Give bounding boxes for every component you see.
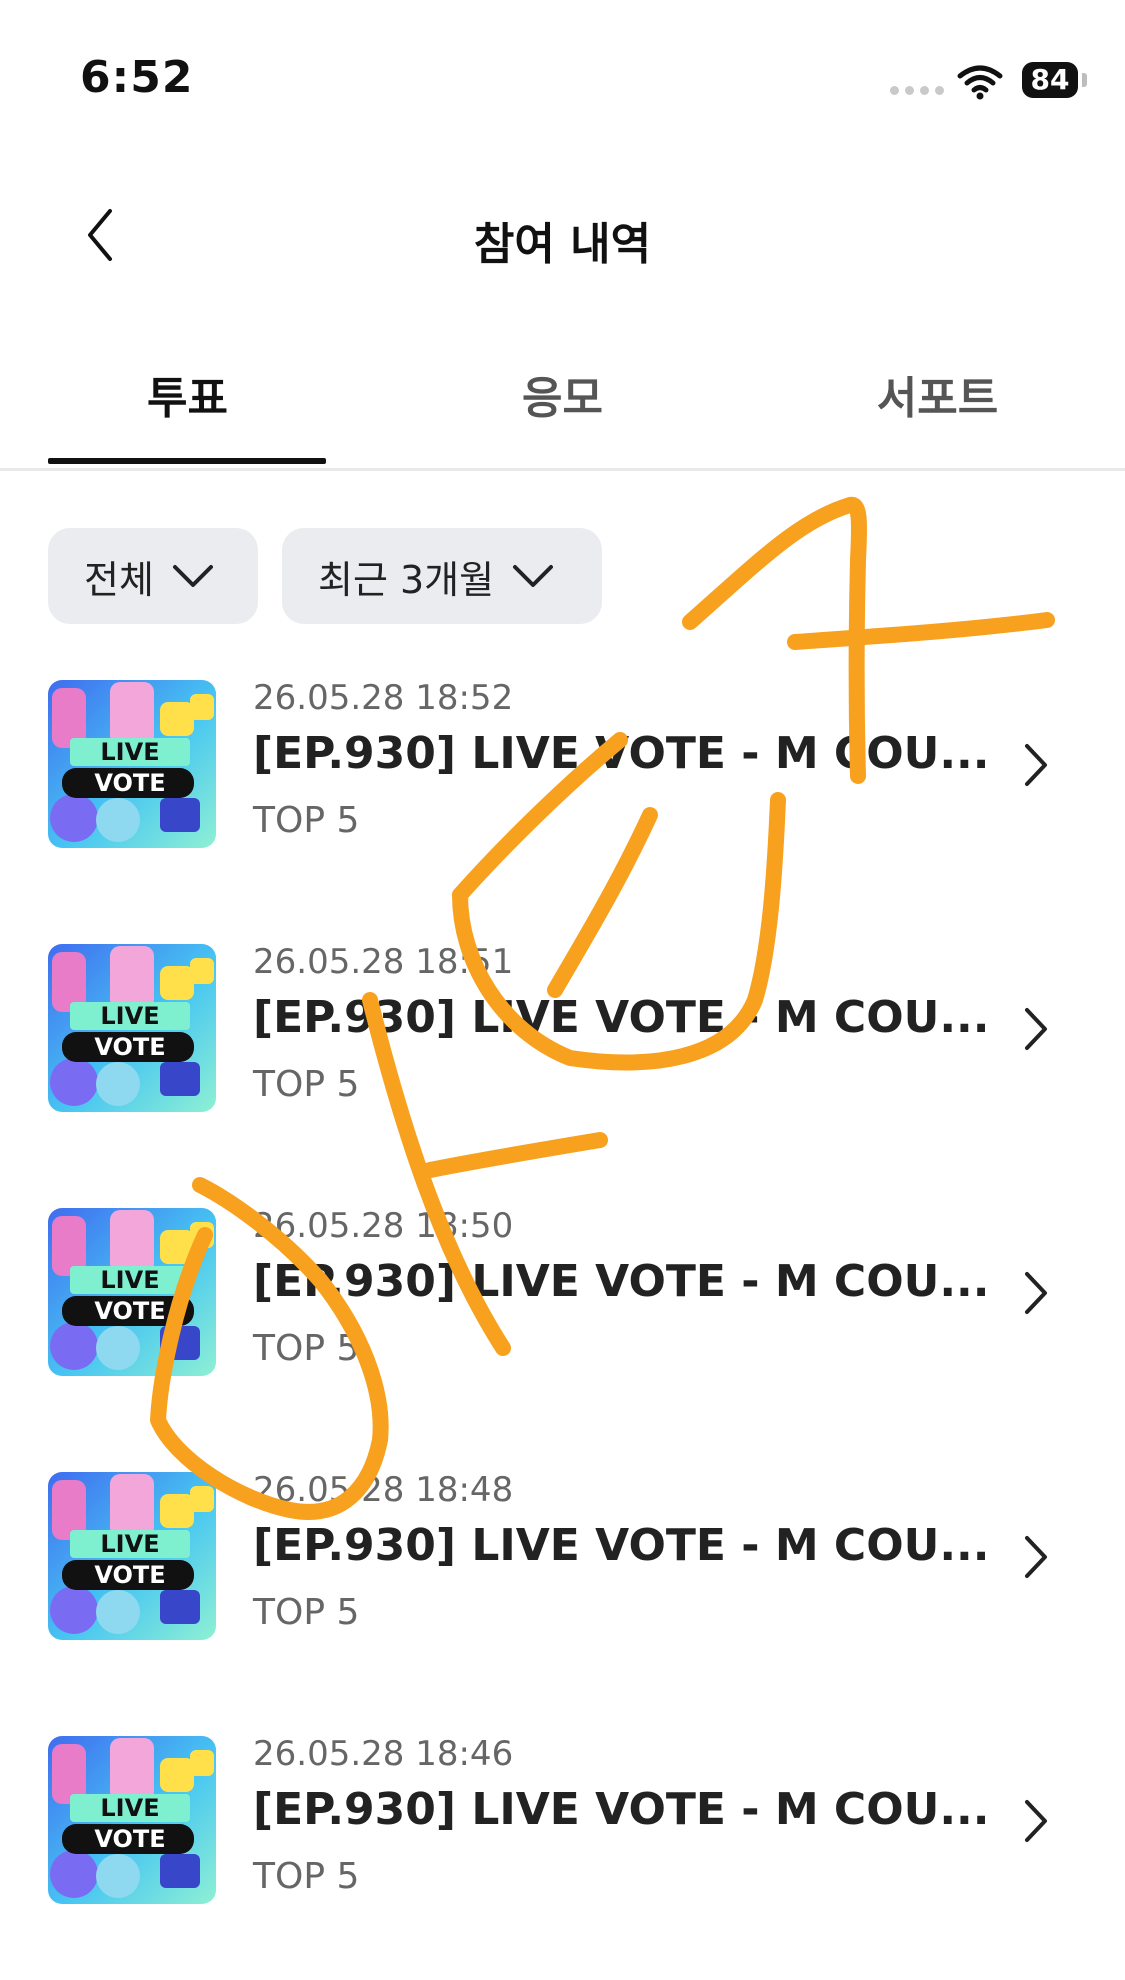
- item-title: [EP.930] LIVE VOTE - M COU...: [253, 1256, 990, 1307]
- item-title: [EP.930] LIVE VOTE - M COU...: [253, 992, 990, 1043]
- status-time: 6:52: [80, 52, 194, 103]
- chevron-right-icon: [1025, 1272, 1047, 1314]
- item-title: [EP.930] LIVE VOTE - M COU...: [253, 728, 990, 779]
- thumbnail-text-vote: VOTE: [94, 769, 165, 797]
- live-vote-thumbnail: LIVE VOTE: [48, 1736, 216, 1904]
- active-tab-indicator: [48, 458, 326, 464]
- item-date: 26.05.28 18:48: [253, 1470, 514, 1510]
- live-vote-thumbnail: LIVE VOTE: [48, 680, 216, 848]
- list-item[interactable]: LIVE VOTE 26.05.28 18:48 [EP.930] LIVE V…: [0, 1452, 1125, 1716]
- list-item[interactable]: LIVE VOTE 26.05.28 18:50 [EP.930] LIVE V…: [0, 1188, 1125, 1452]
- thumbnail-text-live: LIVE: [100, 1002, 159, 1030]
- item-subtitle: TOP 5: [253, 1592, 360, 1633]
- thumbnail-text-live: LIVE: [100, 1794, 159, 1822]
- battery-nub: [1082, 73, 1087, 87]
- item-date: 26.05.28 18:50: [253, 1206, 514, 1246]
- item-date: 26.05.28 18:51: [253, 942, 514, 982]
- thumbnail-text-vote: VOTE: [94, 1825, 165, 1853]
- chevron-down-icon: [513, 565, 554, 587]
- tab-vote[interactable]: 투표: [0, 362, 375, 426]
- wifi-icon: [957, 65, 1003, 100]
- thumbnail-text-live: LIVE: [100, 1530, 159, 1558]
- item-subtitle: TOP 5: [253, 800, 360, 841]
- filter-category-label: 전체: [84, 557, 154, 602]
- battery-indicator: 84: [1022, 62, 1078, 98]
- item-subtitle: TOP 5: [253, 1064, 360, 1105]
- item-title: [EP.930] LIVE VOTE - M COU...: [253, 1520, 990, 1571]
- chevron-down-icon: [172, 565, 213, 587]
- chevron-right-icon: [1025, 1008, 1047, 1050]
- filter-category-dropdown[interactable]: 전체: [48, 528, 258, 624]
- status-bar: 6:52 84: [0, 0, 1125, 150]
- signal-icon: [890, 86, 944, 95]
- chevron-right-icon: [1025, 1800, 1047, 1842]
- live-vote-thumbnail: LIVE VOTE: [48, 944, 216, 1112]
- chevron-right-icon: [1025, 1536, 1047, 1578]
- item-date: 26.05.28 18:46: [253, 1734, 514, 1774]
- thumbnail-text-vote: VOTE: [94, 1033, 165, 1061]
- tab-support[interactable]: 서포트: [750, 362, 1125, 426]
- live-vote-thumbnail: LIVE VOTE: [48, 1208, 216, 1376]
- chevron-right-icon: [1025, 744, 1047, 786]
- item-title: [EP.930] LIVE VOTE - M COU...: [253, 1784, 990, 1835]
- thumbnail-text-live: LIVE: [100, 738, 159, 766]
- item-date: 26.05.28 18:52: [253, 678, 514, 718]
- list-item[interactable]: LIVE VOTE 26.05.28 18:52 [EP.930] LIVE V…: [0, 660, 1125, 924]
- filter-period-dropdown[interactable]: 최근 3개월: [282, 528, 602, 624]
- thumbnail-text-vote: VOTE: [94, 1561, 165, 1589]
- item-subtitle: TOP 5: [253, 1328, 360, 1369]
- item-subtitle: TOP 5: [253, 1856, 360, 1897]
- live-vote-thumbnail: LIVE VOTE: [48, 1472, 216, 1640]
- tab-entry[interactable]: 응모: [375, 362, 750, 426]
- filter-period-label: 최근 3개월: [318, 557, 495, 602]
- tab-bar: 투표 응모 서포트: [0, 340, 1125, 471]
- list-item[interactable]: LIVE VOTE 26.05.28 18:46 [EP.930] LIVE V…: [0, 1716, 1125, 1980]
- thumbnail-text-vote: VOTE: [94, 1297, 165, 1325]
- list-item[interactable]: LIVE VOTE 26.05.28 18:51 [EP.930] LIVE V…: [0, 924, 1125, 1188]
- thumbnail-text-live: LIVE: [100, 1266, 159, 1294]
- nav-header: 참여 내역: [0, 170, 1125, 300]
- page-title: 참여 내역: [473, 219, 652, 270]
- filter-bar: 전체 최근 3개월: [48, 528, 602, 624]
